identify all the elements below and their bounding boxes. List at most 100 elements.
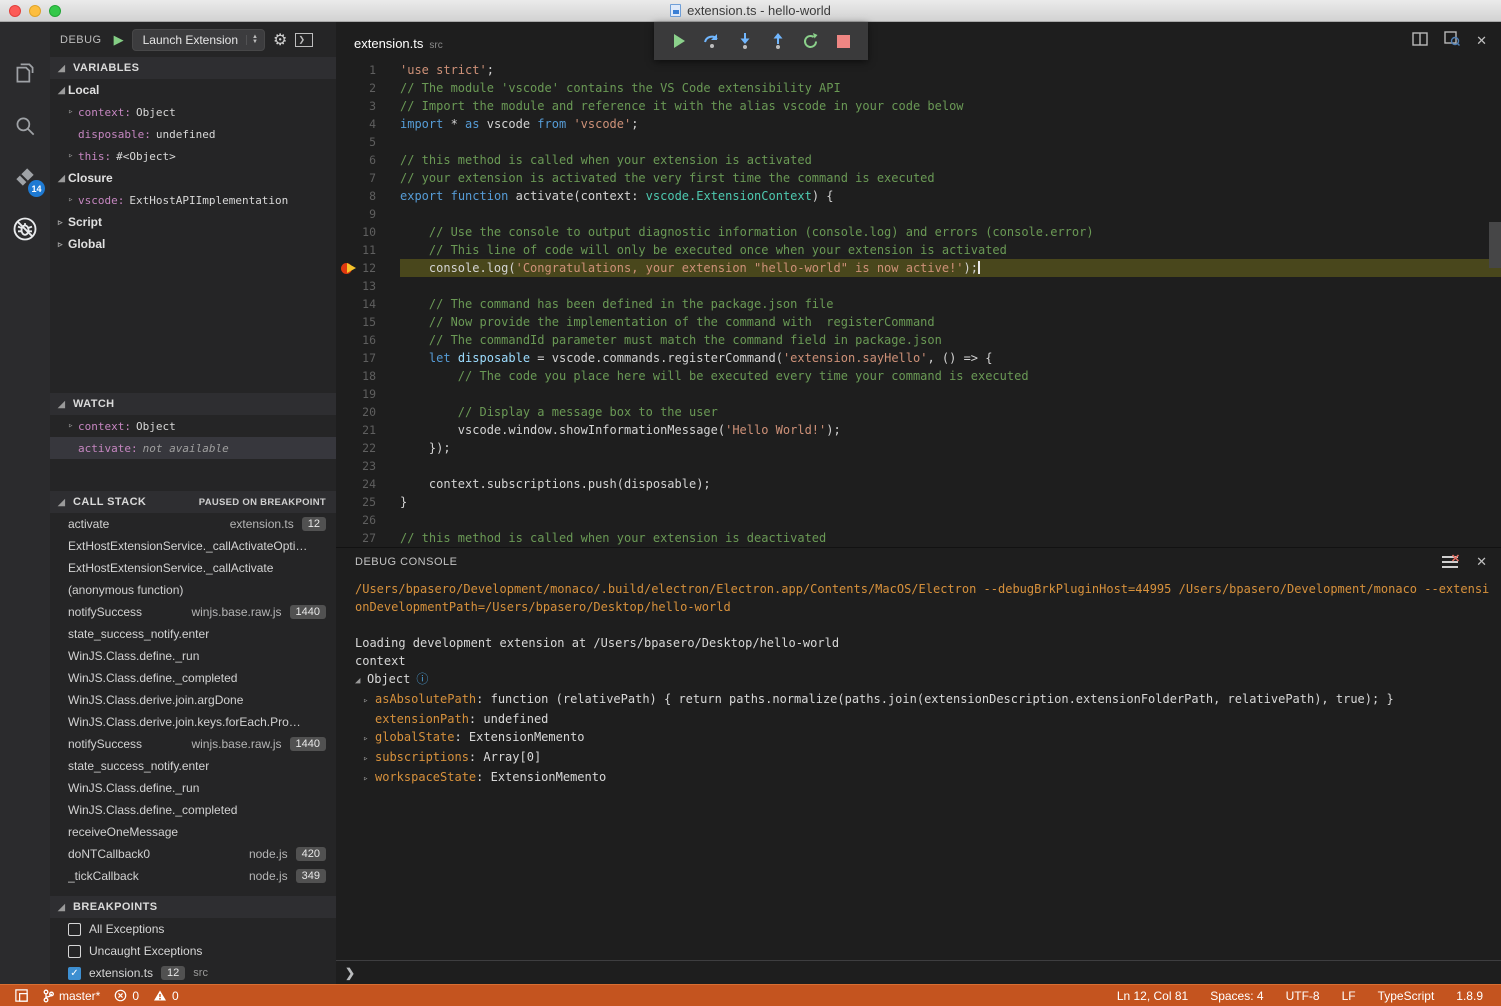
code-line[interactable]: 14 // The command has been defined in th… [336, 295, 1501, 313]
open-repl-icon[interactable]: ❯ [295, 33, 313, 47]
code-line[interactable]: 3// Import the module and reference it w… [336, 97, 1501, 115]
breakpoint-checkbox[interactable] [68, 945, 81, 958]
code-line[interactable]: 17 let disposable = vscode.commands.regi… [336, 349, 1501, 367]
variable-row[interactable]: ▹this:#<Object> [50, 145, 336, 167]
minimize-window-button[interactable] [29, 5, 41, 17]
code-line[interactable]: 27// this method is called when your ext… [336, 529, 1501, 547]
call-stack-frame[interactable]: receiveOneMessage [50, 821, 336, 843]
call-stack-frame[interactable]: state_success_notify.enter [50, 623, 336, 645]
cursor-position[interactable]: Ln 12, Col 81 [1117, 989, 1188, 1003]
call-stack-section-header[interactable]: ◢ CALL STACK PAUSED ON BREAKPOINT [50, 491, 336, 513]
step-out-button[interactable] [767, 30, 789, 52]
zoom-window-button[interactable] [49, 5, 61, 17]
code-line[interactable]: 23 [336, 457, 1501, 475]
code-line[interactable]: 15 // Now provide the implementation of … [336, 313, 1501, 331]
code-line[interactable]: 12 console.log('Congratulations, your ex… [336, 259, 1501, 277]
breakpoint-row[interactable]: ✓extension.ts12src [50, 962, 336, 984]
clear-console-icon[interactable]: ✕ [1442, 556, 1458, 568]
split-editor-icon[interactable] [1412, 32, 1428, 51]
call-stack-frame[interactable]: notifySuccesswinjs.base.raw.js1440 [50, 733, 336, 755]
close-panel-icon[interactable]: ✕ [1476, 554, 1487, 570]
code-line[interactable]: 1'use strict'; [336, 61, 1501, 79]
eol-setting[interactable]: LF [1342, 989, 1356, 1003]
watch-section-header[interactable]: ◢ WATCH [50, 393, 336, 415]
open-preview-icon[interactable] [1444, 31, 1460, 51]
call-stack-frame[interactable]: state_success_notify.enter [50, 755, 336, 777]
code-line[interactable]: 5 [336, 133, 1501, 151]
stop-button[interactable] [833, 30, 855, 52]
close-editor-icon[interactable]: ✕ [1476, 33, 1487, 49]
code-line[interactable]: 8export function activate(context: vscod… [336, 187, 1501, 205]
tab-file-name[interactable]: extension.ts [354, 36, 423, 51]
close-window-button[interactable] [9, 5, 21, 17]
breakpoint-checkbox[interactable] [68, 923, 81, 936]
code-line[interactable]: 25} [336, 493, 1501, 511]
call-stack-frame[interactable]: ExtHostExtensionService._callActivate [50, 557, 336, 579]
call-stack-frame[interactable]: _tickCallbacknode.js349 [50, 865, 336, 887]
call-stack-frame[interactable]: WinJS.Class.define._completed [50, 799, 336, 821]
debug-icon[interactable] [0, 205, 50, 253]
code-line[interactable]: 18 // The code you place here will be ex… [336, 367, 1501, 385]
watch-row[interactable]: activate:not available [50, 437, 336, 459]
call-stack-frame[interactable]: WinJS.Class.derive.join.keys.forEach.Pro… [50, 711, 336, 733]
call-stack-frame[interactable]: WinJS.Class.derive.join.argDone [50, 689, 336, 711]
repl-input[interactable]: ❯ [336, 960, 1501, 984]
step-over-button[interactable] [701, 30, 723, 52]
call-stack-frame[interactable]: notifySuccesswinjs.base.raw.js1440 [50, 601, 336, 623]
errors-indicator[interactable]: 0 [114, 989, 139, 1003]
breakpoint-row[interactable]: All Exceptions [50, 918, 336, 940]
code-line[interactable]: 7// your extension is activated the very… [336, 169, 1501, 187]
code-line[interactable]: 6// this method is called when your exte… [336, 151, 1501, 169]
call-stack-frame[interactable]: WinJS.Class.define._completed [50, 667, 336, 689]
watch-row[interactable]: ▹context:Object [50, 415, 336, 437]
breakpoint-row[interactable]: Uncaught Exceptions [50, 940, 336, 962]
variables-scope-row[interactable]: ▹Global [50, 233, 336, 255]
code-line[interactable]: 20 // Display a message box to the user [336, 403, 1501, 421]
warnings-indicator[interactable]: 0 [153, 989, 179, 1003]
variables-scope-row[interactable]: ▹Script [50, 211, 336, 233]
code-line[interactable]: 4import * as vscode from 'vscode'; [336, 115, 1501, 133]
explorer-icon[interactable] [0, 49, 50, 97]
code-line[interactable]: 11 // This line of code will only be exe… [336, 241, 1501, 259]
code-line[interactable]: 10 // Use the console to output diagnost… [336, 223, 1501, 241]
code-line[interactable]: 19 [336, 385, 1501, 403]
code-line[interactable]: 9 [336, 205, 1501, 223]
encoding-setting[interactable]: UTF-8 [1286, 989, 1320, 1003]
code-line[interactable]: 16 // The commandId parameter must match… [336, 331, 1501, 349]
call-stack-frame[interactable]: ExtHostExtensionService._callActivateOpt… [50, 535, 336, 557]
breakpoints-section-header[interactable]: ◢ BREAKPOINTS [50, 896, 336, 918]
continue-button[interactable] [668, 30, 690, 52]
code-line[interactable]: 24 context.subscriptions.push(disposable… [336, 475, 1501, 493]
call-stack-frame[interactable]: activateextension.ts12 [50, 513, 336, 535]
call-stack-frame[interactable]: (anonymous function) [50, 579, 336, 601]
code-line[interactable]: 13 [336, 277, 1501, 295]
code-line[interactable]: 2// The module 'vscode' contains the VS … [336, 79, 1501, 97]
variables-section-header[interactable]: ◢ VARIABLES [50, 57, 336, 79]
start-debug-button[interactable]: ▶ [114, 32, 124, 48]
language-mode[interactable]: TypeScript [1378, 989, 1435, 1003]
configure-gear-icon[interactable]: ⚙ [273, 30, 287, 50]
code-text [400, 133, 1501, 151]
code-line[interactable]: 26 [336, 511, 1501, 529]
variables-scope-row[interactable]: ◢Local [50, 79, 336, 101]
search-icon[interactable] [0, 102, 50, 150]
restart-button[interactable] [800, 30, 822, 52]
step-into-button[interactable] [734, 30, 756, 52]
variables-scope-row[interactable]: ◢Closure [50, 167, 336, 189]
vs-logo-icon[interactable] [14, 988, 29, 1003]
code-editor[interactable]: 1'use strict';2// The module 'vscode' co… [336, 57, 1501, 547]
code-line[interactable]: 21 vscode.window.showInformationMessage(… [336, 421, 1501, 439]
call-stack-frame[interactable]: doNTCallback0node.js420 [50, 843, 336, 865]
code-line[interactable]: 22 }); [336, 439, 1501, 457]
variable-row[interactable]: ▹vscode:ExtHostAPIImplementation [50, 189, 336, 211]
git-icon[interactable]: 14 [0, 153, 50, 201]
git-branch-indicator[interactable]: master* [43, 989, 100, 1003]
variable-row[interactable]: disposable:undefined [50, 123, 336, 145]
breakpoint-checkbox[interactable]: ✓ [68, 967, 81, 980]
call-stack-frame[interactable]: WinJS.Class.define._run [50, 777, 336, 799]
editor-scrollbar[interactable] [1489, 222, 1501, 268]
launch-config-select[interactable]: Launch Extension ▲▼ [132, 29, 265, 51]
variable-row[interactable]: ▹context:Object [50, 101, 336, 123]
indentation-setting[interactable]: Spaces: 4 [1210, 989, 1263, 1003]
call-stack-frame[interactable]: WinJS.Class.define._run [50, 645, 336, 667]
